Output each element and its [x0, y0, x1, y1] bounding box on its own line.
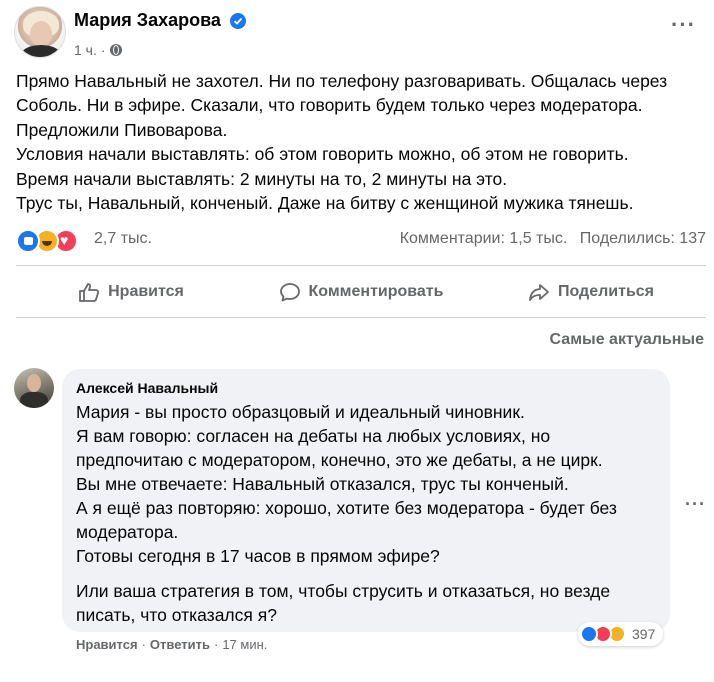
comment-like-link[interactable]: Нравится: [76, 637, 138, 652]
shares-count[interactable]: Поделились: 137: [580, 230, 706, 247]
reactions-count[interactable]: 2,7 тыс.: [94, 230, 152, 248]
globe-icon: [109, 44, 122, 56]
meta-separator: ·: [100, 42, 106, 58]
like-reaction-icon: [16, 229, 40, 253]
comment-line: модератора.: [76, 522, 179, 542]
comment-sort-dropdown[interactable]: Самые актуальные: [550, 331, 704, 349]
comment-line: Вы мне отвечаете: Навальный отказался, т…: [76, 474, 569, 494]
comment-reply-link[interactable]: Ответить: [150, 637, 210, 652]
comment-button-label: Комментировать: [308, 283, 444, 300]
post-actions: Нравится Комментировать Поделиться: [16, 272, 706, 312]
like-icon: [79, 283, 100, 302]
comment-actions: Нравится · Ответить · 17 мин.: [76, 637, 267, 652]
comment-line: Или ваша стратегия в том, чтобы струсить…: [76, 581, 611, 601]
comment-reactions-count: 397: [632, 626, 656, 642]
share-button[interactable]: Поделиться: [476, 272, 706, 312]
comment-dot: ·: [213, 637, 219, 652]
author-name[interactable]: Мария Захарова: [74, 10, 221, 31]
post-time[interactable]: 1 ч.: [74, 42, 97, 58]
post-line: Условия начали выставлять: об этом говор…: [16, 144, 629, 165]
comment-icon: [279, 283, 300, 302]
comment-more-icon[interactable]: ···: [685, 494, 706, 515]
post-line: Предложили Пивоварова.: [16, 119, 228, 140]
comment-bubble: Алексей Навальный Мария - вы просто обра…: [62, 369, 670, 632]
share-icon: [529, 284, 549, 301]
divider: [16, 265, 706, 266]
post-meta: 1 ч. ·: [74, 42, 122, 58]
comment-text: Мария - вы просто образцовый и идеальный…: [76, 400, 656, 627]
comment-line: Готовы сегодня в 17 часов в прямом эфире…: [76, 546, 440, 566]
comment-button[interactable]: Комментировать: [246, 272, 476, 312]
commenter-avatar[interactable]: [14, 368, 54, 408]
comment-time[interactable]: 17 мин.: [222, 637, 267, 652]
verified-icon: [230, 13, 246, 29]
more-options-icon[interactable]: ···: [671, 14, 696, 36]
divider: [16, 317, 706, 318]
author-avatar[interactable]: [14, 6, 66, 58]
post-line: Прямо Навальный не захотел. Ни по телефо…: [16, 71, 668, 91]
comment-line: писать, что отказался я?: [76, 605, 277, 625]
comment-line: Мария - вы просто образцовый и идеальный…: [76, 402, 525, 422]
share-button-label: Поделиться: [557, 283, 655, 300]
post-body: Прямо Навальный не захотел. Ни по телефо…: [16, 69, 706, 215]
comment-line: Я вам говорю: согласен на дебаты на любы…: [76, 426, 551, 446]
reactions-bar: 2,7 тыс. Комментарии: 1,5 тыс. Поделилис…: [16, 227, 706, 255]
post-line: Время начали выставлять: 2 минуты на то,…: [16, 168, 508, 189]
comment-line: предпочитаю с модератором, конечно, это …: [76, 450, 603, 470]
like-button-label: Нравится: [108, 283, 184, 300]
comment-author[interactable]: Алексей Навальный: [76, 380, 656, 396]
post-header: Мария Захарова 1 ч. · ···: [14, 6, 704, 62]
post-stats: Комментарии: 1,5 тыс. Поделились: 137: [400, 230, 706, 248]
post-line: Трус ты, Навальный, конченый. Даже на би…: [16, 193, 634, 214]
comment-reactions[interactable]: 397: [578, 622, 664, 646]
comment-line: А я ещё раз повторяю: хорошо, хотите без…: [76, 498, 617, 518]
post-line: Соболь. Ни в эфире. Сказали, что говорит…: [16, 95, 643, 116]
comments-count[interactable]: Комментарии: 1,5 тыс.: [400, 230, 568, 247]
comment-dot: ·: [141, 637, 146, 652]
like-reaction-icon: [580, 625, 598, 643]
like-button[interactable]: Нравится: [16, 272, 246, 312]
reaction-icons[interactable]: [16, 229, 78, 253]
